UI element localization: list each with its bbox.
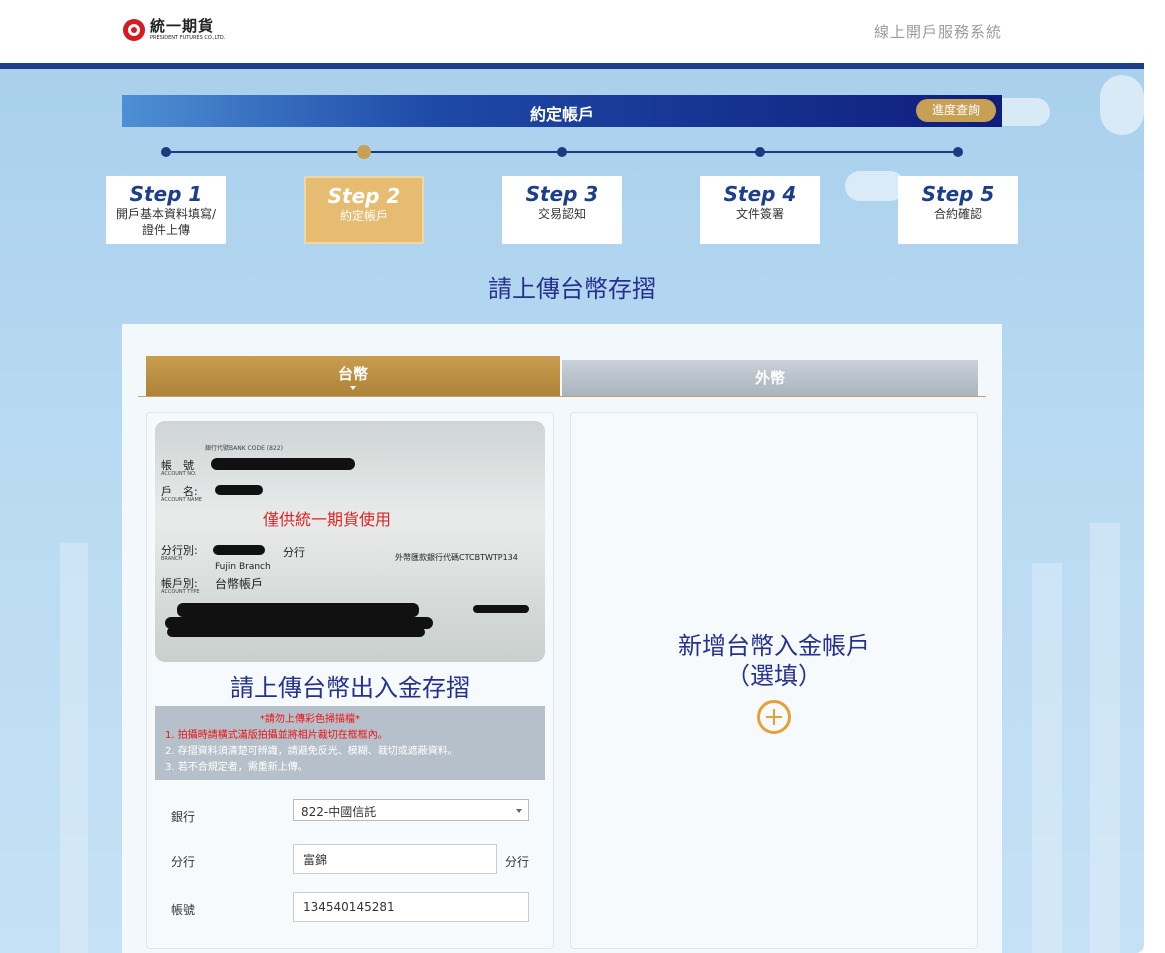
step-3: Step 3 交易認知 <box>502 176 622 244</box>
tab-twd[interactable]: 台幣 <box>146 356 560 396</box>
bank-row: 銀行 822-中國信託 <box>171 799 531 829</box>
step-label: 合約確認 <box>933 207 982 221</box>
add-account-optional: （選填） <box>726 662 822 690</box>
step-label: 約定帳戶 <box>339 209 388 223</box>
notes-item-3: 3. 若不合規定者，需重新上傳。 <box>165 762 308 773</box>
notes-item-2: 2. 存摺資料須清楚可辨識，請避免反光、模糊、裁切或遮蔽資料。 <box>165 746 458 757</box>
branch-label: 分行 <box>171 855 196 869</box>
passbook-image[interactable]: 銀行代號BANK CODE (822) 帳 號 ACCOUNT NO. 戶 名:… <box>155 421 545 662</box>
passbook-account-type-en: ACCOUNT TYPE <box>161 589 200 595</box>
chart-decoration <box>60 543 88 953</box>
bank-select[interactable]: 822-中國信託 <box>293 799 529 821</box>
branch-row: 分行 分行 <box>171 844 531 874</box>
step-label: 開戶基本資料填寫/證件上傳 <box>115 207 217 237</box>
passbook-redaction <box>213 545 265 555</box>
step-2: Step 2 約定帳戶 <box>304 176 424 244</box>
brand-logo[interactable]: 統一期貨 PRESIDENT FUTURES CO.,LTD. <box>123 19 225 41</box>
notes-warning: *請勿上傳彩色掃描檔* <box>260 714 360 725</box>
step-label: 文件簽署 <box>735 207 784 221</box>
passbook-account-no-en: ACCOUNT NO. <box>161 471 197 477</box>
step-number: Step 5 <box>921 182 995 206</box>
twd-passbook-card: 銀行代號BANK CODE (822) 帳 號 ACCOUNT NO. 戶 名:… <box>146 412 554 949</box>
passbook-bank-code: 銀行代號BANK CODE (822) <box>205 445 283 452</box>
plus-circle-icon[interactable] <box>757 700 791 734</box>
progress-query-button[interactable]: 進度查詢 <box>916 99 996 122</box>
notes-item-1: 1. 拍攝時請橫式滿版拍攝並將相片裁切在框框內。 <box>165 730 388 741</box>
add-account-title: 新增台幣入金帳戶 <box>678 632 870 660</box>
system-title: 線上開戶服務系統 <box>873 23 1002 41</box>
passbook-redaction <box>473 605 529 613</box>
brand-name-cn: 統一期貨 <box>150 17 215 35</box>
tab-divider <box>138 396 986 397</box>
step-dot-3 <box>557 147 567 157</box>
step-dot-2 <box>357 145 371 159</box>
passbook-branch-name-en: Fujin Branch <box>215 562 271 572</box>
brand-logo-icon <box>123 19 145 41</box>
add-account-text: 新增台幣入金帳戶 （選填） <box>571 631 977 691</box>
step-number: Step 4 <box>723 182 797 206</box>
step-1: Step 1 開戶基本資料填寫/證件上傳 <box>106 176 226 244</box>
step-number: Step 3 <box>525 182 599 206</box>
step-label: 交易認知 <box>537 207 586 221</box>
chart-decoration <box>1090 523 1120 953</box>
chart-decoration <box>1032 563 1062 953</box>
top-bar: 統一期貨 PRESIDENT FUTURES CO.,LTD. 線上開戶服務系統 <box>0 0 1165 63</box>
page-header-band: 約定帳戶 進度查詢 <box>122 95 1002 127</box>
branch-input[interactable] <box>293 844 497 874</box>
step-4: Step 4 文件簽署 <box>700 176 820 244</box>
upload-title: 請上傳台幣出入金存摺 <box>230 674 470 702</box>
account-number-input[interactable] <box>293 892 529 922</box>
passbook-redaction <box>211 458 355 470</box>
step-dot-4 <box>755 147 765 157</box>
chevron-down-icon <box>516 809 522 813</box>
step-dot-1 <box>161 147 171 157</box>
add-twd-account-card[interactable]: 新增台幣入金帳戶 （選填） <box>570 412 978 949</box>
passbook-branch-en: BRANCH <box>161 556 183 562</box>
upload-panel: 台幣 外幣 銀行代號BANK CODE (822) 帳 號 ACCOUNT NO… <box>122 324 1002 953</box>
bank-label: 銀行 <box>171 810 196 824</box>
account-row: 帳號 <box>171 892 531 922</box>
step-5: Step 5 合約確認 <box>898 176 1018 244</box>
upload-notes: *請勿上傳彩色掃描檔* 1. 拍攝時請橫式滿版拍攝並將相片裁切在框框內。 2. … <box>155 706 545 780</box>
bank-select-value: 822-中國信託 <box>301 805 377 819</box>
step-dot-5 <box>953 147 963 157</box>
passbook-watermark: 僅供統一期貨使用 <box>263 510 392 529</box>
page-heading: 請上傳台幣存摺 <box>488 275 656 303</box>
tab-fx[interactable]: 外幣 <box>562 360 978 396</box>
passbook-redaction <box>215 485 263 495</box>
page-header-title: 約定帳戶 <box>529 105 594 124</box>
account-label: 帳號 <box>171 903 196 917</box>
passbook-branch-suffix: 分行 <box>283 546 305 559</box>
main-stage: 約定帳戶 進度查詢 Step 1 開戶基本資料填寫/證件上傳 Step 2 約定… <box>0 63 1144 953</box>
step-number: Step 2 <box>327 184 401 208</box>
brand-name-en: PRESIDENT FUTURES CO.,LTD. <box>150 35 226 41</box>
passbook-account-type-value: 台幣帳戶 <box>215 577 264 591</box>
passbook-account-name-en: ACCOUNT NAME <box>161 497 202 503</box>
branch-suffix: 分行 <box>505 855 530 869</box>
cloud-decoration <box>1100 75 1144 135</box>
cloud-decoration <box>845 171 905 201</box>
passbook-redaction <box>177 603 419 617</box>
step-number: Step 1 <box>129 182 203 206</box>
passbook-fx-code: 外幣匯款銀行代碼CTCBTWTP134 <box>395 553 518 562</box>
passbook-redaction <box>167 627 425 637</box>
